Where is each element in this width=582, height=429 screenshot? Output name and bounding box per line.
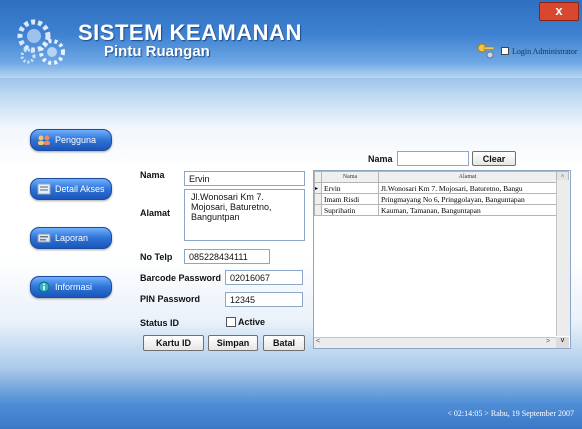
barcode-field[interactable]: 02016067 <box>225 270 303 285</box>
search-input[interactable] <box>397 151 469 166</box>
search-label: Nama <box>368 154 393 164</box>
gear-logo-icon <box>17 19 65 65</box>
cell-alamat[interactable]: Jl.Wonosari Km 7. Mojosari, Baturetno, B… <box>378 182 557 194</box>
column-header-nama[interactable]: Nama <box>321 171 379 183</box>
batal-button[interactable]: Batal <box>263 335 305 351</box>
list-icon <box>37 183 51 195</box>
report-icon <box>37 233 51 243</box>
row-indicator-header <box>314 171 322 183</box>
kartu-id-button[interactable]: Kartu ID <box>143 335 204 351</box>
sidebar-item-informasi[interactable]: Informasi <box>30 276 112 298</box>
row-indicator <box>314 193 322 205</box>
scroll-down-icon[interactable]: v <box>556 337 569 348</box>
login-area[interactable]: Login Administrator <box>476 41 578 61</box>
active-label: Active <box>238 317 266 327</box>
cell-nama[interactable]: Imam Risdi <box>321 193 379 205</box>
login-checkbox[interactable] <box>501 47 509 55</box>
sidebar-item-label: Informasi <box>55 282 93 292</box>
clear-button[interactable]: Clear <box>472 151 516 166</box>
key-user-icon <box>477 43 495 59</box>
users-icon <box>38 135 50 145</box>
data-grid[interactable]: Nama Alamat ^ ▸ Ervin Jl.Wonosari Km 7. … <box>313 170 571 349</box>
column-header-alamat[interactable]: Alamat <box>378 171 557 183</box>
close-button[interactable]: x <box>539 2 579 21</box>
sidebar-item-label: Laporan <box>55 233 89 243</box>
info-icon <box>38 281 50 293</box>
vertical-scrollbar[interactable] <box>556 180 570 336</box>
sidebar-item-laporan[interactable]: Laporan <box>30 227 112 249</box>
scroll-left-icon[interactable]: < <box>316 338 326 347</box>
active-checkbox[interactable] <box>226 317 236 327</box>
sidebar-item-label: Detail Akses <box>55 184 105 194</box>
pin-field[interactable]: 12345 <box>225 292 303 307</box>
nama-label: Nama <box>140 170 165 180</box>
pin-label: PIN Password <box>140 294 201 304</box>
barcode-label: Barcode Password <box>140 273 222 283</box>
row-indicator <box>314 204 322 216</box>
app-subtitle: Pintu Ruangan <box>104 43 210 60</box>
alamat-label: Alamat <box>140 208 171 218</box>
status-label: Status ID <box>140 318 180 328</box>
horizontal-scrollbar[interactable] <box>314 337 556 348</box>
cell-nama[interactable]: Suprihatin <box>321 204 379 216</box>
table-row[interactable]: Suprihatin Kauman, Tamanan, Banguntapan <box>314 204 569 216</box>
current-row-icon: ▸ <box>314 182 322 194</box>
cell-nama[interactable]: Ervin <box>321 182 379 194</box>
sidebar-item-detail-akses[interactable]: Detail Akses <box>30 178 112 200</box>
sidebar-item-pengguna[interactable]: Pengguna <box>30 129 112 151</box>
telp-field[interactable]: 085228434111 <box>184 249 270 264</box>
app-window: x SISTEM KEAMANAN Pintu Ruangan Login Ad… <box>0 0 582 429</box>
alamat-field[interactable]: Jl.Wonosari Km 7. Mojosari, Baturetno, B… <box>184 189 305 241</box>
table-row[interactable]: Imam Risdi Pringmayang No 6, Pringgolaya… <box>314 193 569 205</box>
telp-label: No Telp <box>140 252 173 262</box>
active-checkbox-group[interactable]: Active <box>226 317 265 327</box>
table-row[interactable]: ▸ Ervin Jl.Wonosari Km 7. Mojosari, Batu… <box>314 182 569 194</box>
cell-alamat[interactable]: Kauman, Tamanan, Banguntapan <box>378 204 557 216</box>
status-text: < 02:14:05 > Rabu, 19 September 2007 <box>447 409 574 418</box>
nama-field[interactable]: Ervin <box>184 171 305 186</box>
simpan-button[interactable]: Simpan <box>208 335 258 351</box>
login-label: Login Administrator <box>512 46 578 56</box>
sidebar-item-label: Pengguna <box>55 135 97 145</box>
scroll-right-icon[interactable]: > <box>546 338 556 347</box>
grid-header-row: Nama Alamat ^ <box>314 171 569 183</box>
cell-alamat[interactable]: Pringmayang No 6, Pringgolayan, Bangunta… <box>378 193 557 205</box>
